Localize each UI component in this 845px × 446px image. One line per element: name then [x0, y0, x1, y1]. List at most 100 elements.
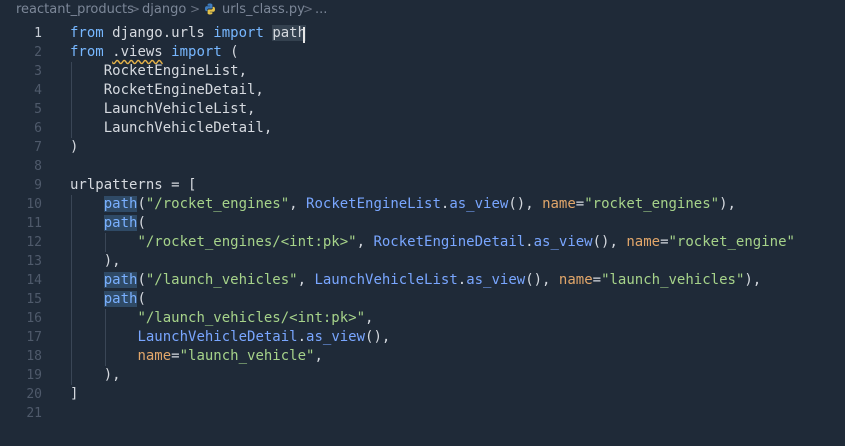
code-token: ),: [70, 253, 121, 269]
line-number: 17: [26, 330, 42, 345]
code-line[interactable]: 12 "/rocket_engines/<int:pk>", RocketEng…: [0, 233, 845, 252]
code-token: (),: [592, 234, 627, 250]
line-number: 8: [34, 159, 42, 174]
code-text: ),: [70, 252, 121, 271]
code-token: path: [272, 25, 307, 41]
chevron-right-icon: >: [130, 2, 141, 16]
breadcrumb: reactant_products > django > urls_class.…: [0, 0, 845, 19]
python-file-icon: [205, 3, 215, 15]
code-text: from .views import (: [70, 43, 239, 62]
code-line[interactable]: 7): [0, 138, 845, 157]
code-text: ]: [70, 385, 78, 404]
code-line[interactable]: 17 LaunchVehicleDetail.as_view(),: [0, 328, 845, 347]
code-line[interactable]: 5 LaunchVehicleList,: [0, 100, 845, 119]
code-token: .views: [112, 44, 163, 60]
line-number: 13: [26, 254, 42, 269]
code-token: (: [137, 215, 146, 231]
code-line[interactable]: 13 ),: [0, 252, 845, 271]
code-line[interactable]: 4 RocketEngineDetail,: [0, 81, 845, 100]
code-token: name: [626, 234, 661, 250]
code-line[interactable]: 11 path(: [0, 214, 845, 233]
code-token: from: [70, 44, 104, 60]
code-text: path(: [70, 214, 146, 233]
code-token: ),: [719, 196, 736, 212]
code-token: ,: [297, 272, 315, 288]
code-token: (: [137, 272, 146, 288]
code-token: as_view: [306, 329, 366, 345]
code-token: as_view: [533, 234, 593, 250]
code-token: (),: [365, 329, 391, 345]
code-token: "/rocket_engines/<int:pk>": [137, 234, 357, 250]
code-text: "/rocket_engines/<int:pk>", RocketEngine…: [70, 233, 795, 252]
code-token: as_view: [449, 196, 509, 212]
code-text: path("/rocket_engines", RocketEngineList…: [70, 195, 736, 214]
breadcrumb-item-folder[interactable]: reactant_products: [16, 0, 134, 19]
code-token: as_view: [466, 272, 526, 288]
indent-guide: [71, 195, 72, 385]
line-number: 2: [34, 45, 42, 60]
code-token: ,: [314, 348, 323, 364]
code-token: .: [525, 234, 534, 250]
code-token: ,: [356, 234, 374, 250]
code-token: name: [542, 196, 576, 212]
indent-guide: [105, 233, 106, 252]
code-line[interactable]: 18 name="launch_vehicle",: [0, 347, 845, 366]
breadcrumb-item-symbol[interactable]: ...: [315, 0, 327, 19]
code-line[interactable]: 3 RocketEngineList,: [0, 62, 845, 81]
code-line[interactable]: 9 urlpatterns = [: [0, 176, 845, 195]
code-text: ): [70, 138, 78, 157]
code-line[interactable]: 6 LaunchVehicleDetail,: [0, 119, 845, 138]
code-token: "/rocket_engines": [145, 196, 290, 212]
code-line[interactable]: 14 path("/launch_vehicles", LaunchVehicl…: [0, 271, 845, 290]
code-token: urlpatterns = [: [70, 177, 197, 193]
code-token: "/launch_vehicles/<int:pk>": [137, 310, 366, 326]
corner-arc-icon: [0, 0, 10, 12]
code-token: LaunchVehicleList: [314, 272, 458, 288]
line-number: 18: [26, 349, 42, 364]
code-token: .: [297, 329, 307, 345]
code-line[interactable]: 20]: [0, 385, 845, 404]
line-number: 4: [34, 83, 42, 98]
code-token: ),: [744, 272, 762, 288]
code-line[interactable]: 1 from django.urls import path: [0, 24, 845, 43]
line-number: 9: [34, 178, 42, 193]
chevron-right-icon: >: [190, 2, 201, 16]
code-line[interactable]: 21: [0, 404, 845, 423]
code-token: django.urls: [103, 25, 214, 41]
breadcrumb-item-folder[interactable]: django: [142, 0, 186, 19]
code-token: name: [558, 272, 593, 288]
code-line[interactable]: 8: [0, 157, 845, 176]
code-token: "/launch_vehicles": [145, 272, 298, 288]
line-number: 10: [26, 197, 42, 212]
code-token: .: [457, 272, 467, 288]
code-token: import: [171, 44, 222, 60]
code-line[interactable]: 16 "/launch_vehicles/<int:pk>",: [0, 309, 845, 328]
line-number: 1: [34, 26, 42, 41]
code-token: from: [70, 25, 104, 41]
code-token: RocketEngineList: [306, 196, 441, 212]
code-token: LaunchVehicleDetail,: [70, 120, 273, 136]
code-token: "launch_vehicle": [179, 348, 315, 364]
code-token: =: [592, 272, 602, 288]
code-token: "rocket_engine": [668, 234, 795, 250]
code-token: (: [221, 44, 239, 60]
code-text: LaunchVehicleDetail.as_view(),: [70, 328, 390, 347]
code-token: path: [103, 272, 138, 288]
code-editor[interactable]: 1 from django.urls import path 2 from .view…: [0, 19, 845, 446]
line-number: 6: [34, 121, 42, 136]
code-line[interactable]: 10 path("/rocket_engines", RocketEngineL…: [0, 195, 845, 214]
breadcrumb-item-file[interactable]: urls_class.py: [222, 0, 305, 19]
code-line[interactable]: 19 ),: [0, 366, 845, 385]
code-text: LaunchVehicleDetail,: [70, 119, 273, 138]
code-token: ): [70, 139, 79, 155]
line-number: 5: [34, 102, 42, 117]
code-token: path: [103, 196, 138, 212]
code-line[interactable]: 2 from .views import (: [0, 43, 845, 62]
code-line[interactable]: 15 path(: [0, 290, 845, 309]
